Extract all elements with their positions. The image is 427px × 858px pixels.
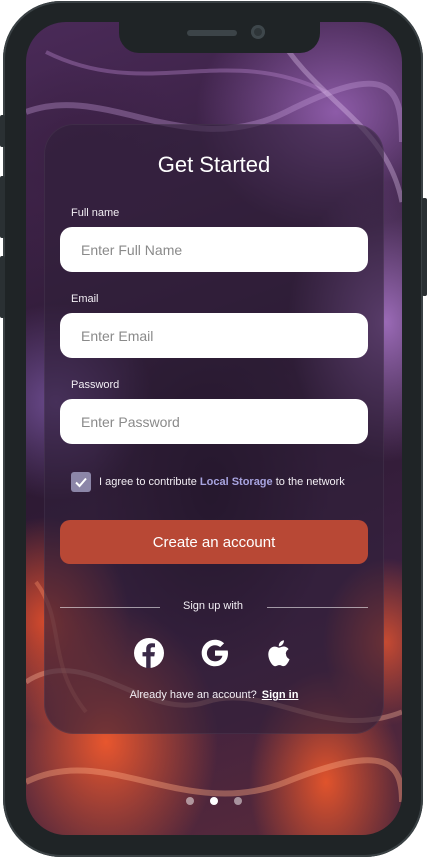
full-name-label: Full name [71, 207, 120, 219]
front-camera [251, 25, 265, 39]
apple-icon[interactable] [263, 636, 297, 670]
side-button [0, 256, 5, 318]
divider-right [267, 607, 368, 608]
password-label: Password [71, 379, 120, 391]
page-title: Get Started [157, 152, 271, 177]
agree-text: I agree to contribute Local Storage to t… [99, 476, 345, 488]
email-label: Email [71, 293, 99, 305]
speaker [187, 30, 237, 36]
email-input[interactable] [60, 313, 368, 358]
local-storage-highlight: Local Storage [199, 476, 273, 488]
password-input[interactable] [60, 399, 368, 444]
already-account-row: Already have an account? Sign in [129, 689, 299, 701]
pager-dot[interactable] [186, 797, 194, 805]
side-button [422, 198, 427, 296]
pager-dot-active[interactable] [210, 797, 218, 805]
notch [119, 22, 320, 53]
full-name-input[interactable] [60, 227, 368, 272]
google-icon[interactable] [198, 636, 232, 670]
create-account-button[interactable]: Create an account [60, 520, 368, 564]
signup-with-label: Sign up with [183, 600, 243, 612]
checkmark-icon [75, 477, 87, 488]
side-button [0, 176, 5, 238]
divider-left [60, 607, 160, 608]
side-button [0, 115, 5, 147]
agree-checkbox[interactable] [71, 472, 91, 492]
sign-in-link[interactable]: Sign in [262, 689, 299, 701]
facebook-icon[interactable] [132, 636, 166, 670]
pager-dot[interactable] [234, 797, 242, 805]
